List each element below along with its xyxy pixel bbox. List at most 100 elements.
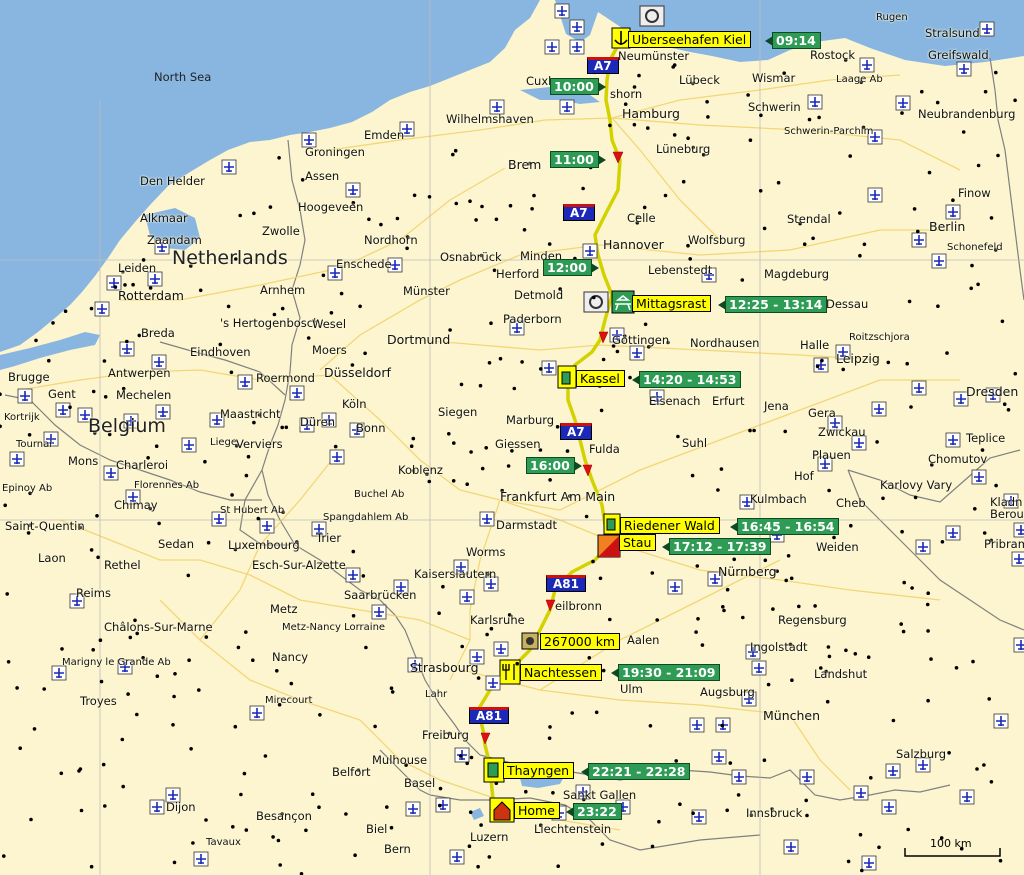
city-dot [47,358,51,363]
city-dot [752,428,756,433]
city-dot [844,648,848,653]
city-dot [459,382,464,387]
city-label: Châlons-Sur-Marne [104,620,213,634]
city-dot [460,644,465,649]
city-dot [280,306,285,311]
city-dot [858,832,863,837]
city-dot [484,446,489,450]
city-dot [650,844,655,849]
city-label: Chomutov [928,452,988,466]
city-label: Worms [466,545,506,559]
city-dot [230,493,234,497]
city-dot [438,803,442,808]
city-dot [447,432,451,436]
city-label: Göttingen [612,333,670,347]
city-label: Wolfsburg [688,233,746,247]
waypoint-time-stau: 17:12 - 17:39 [661,538,772,555]
city-dot [954,666,959,670]
city-label: Strasbourg [410,660,479,675]
city-label: Moers [312,343,347,357]
map-view[interactable]: North Sea Netherlands Belgium Rugen Stra… [0,0,1024,875]
waypoint-label-stau[interactable]: Stau [619,534,657,551]
city-dot [364,645,368,650]
city-dot [637,73,641,78]
city-dot [405,246,409,251]
waypoint-label-start[interactable]: Uberseehafen Kiel [628,31,752,48]
waypoint-label-riedener[interactable]: Riedener Wald [620,517,720,534]
city-label: Osnabrück [440,250,502,264]
city-label: Stendal [787,212,831,226]
waypoint-time-start: 09:14 [765,32,821,49]
waypoint-label-home[interactable]: Home [514,802,560,819]
city-label: Freiburg [422,728,469,742]
city-dot [226,304,231,309]
city-label: Lahr [425,689,448,700]
city-dot [29,817,33,822]
city-dot [615,349,620,354]
city-dot [594,710,599,715]
city-dot [581,186,585,191]
city-label: Karlsruhe [470,613,525,627]
city-dot [805,813,809,818]
city-dot [790,678,794,682]
city-dot [539,367,543,371]
city-dot [694,630,698,634]
city-label: Esch-Sur-Alzette [252,558,346,572]
city-dot [171,723,175,727]
city-dot [454,201,459,206]
fuel-icon [603,513,621,535]
city-dot [570,711,574,715]
city-label: Antwerpen [108,366,171,380]
home-icon [489,797,515,823]
city-dot [441,584,445,589]
waypoint-label-mittagsrast[interactable]: Mittagsrast [632,295,712,312]
city-dot [663,193,668,198]
city-dot [468,810,473,814]
city-label: Gera [808,406,836,420]
city-label: Bonn [356,421,386,435]
city-dot [89,864,94,869]
city-dot [487,855,492,859]
city-dot [556,864,560,868]
city-dot [748,428,752,433]
city-dot [907,299,912,304]
city-dot [646,126,650,130]
city-dot [826,645,831,649]
city-dot [827,488,831,493]
city-dot [899,622,903,626]
city-dot [643,322,648,327]
waypoint-time-kassel: 14:20 - 14:53 [631,371,742,388]
waypoint-label-thayngen[interactable]: Thayngen [503,762,575,779]
city-dot [927,170,932,175]
city-label: Sankt Gallen [563,788,637,802]
city-dot [333,444,338,449]
city-dot [351,549,356,554]
city-dot [59,771,64,776]
city-dot [498,356,503,361]
waypoint-label-nachtessen[interactable]: Nachtessen [520,664,603,681]
city-dot [268,205,273,209]
city-dot [728,761,733,765]
city-dot [815,364,820,369]
city-dot [101,762,106,767]
city-dot [690,473,695,478]
waypoint-label-km[interactable]: 267000 km [540,633,621,650]
waypoint-label-kassel[interactable]: Kassel [576,370,625,387]
city-dot [427,479,432,484]
city-dot [547,242,552,246]
city-dot [719,467,724,471]
city-dot [678,802,682,806]
city-label: Neumünster [618,49,690,63]
city-label: Troyes [80,694,117,708]
highway-shield: A7 [560,423,592,440]
city-dot [344,812,348,816]
city-label: Mulhouse [372,753,428,767]
city-label: Gent [48,387,76,401]
city-dot [468,199,472,203]
city-label: Roitzschjora [849,332,910,343]
city-dot [506,464,511,468]
city-label: Metz [270,602,298,616]
city-dot [512,386,517,391]
city-label: Eindhoven [190,345,251,359]
city-label: Lüneburg [656,142,711,156]
